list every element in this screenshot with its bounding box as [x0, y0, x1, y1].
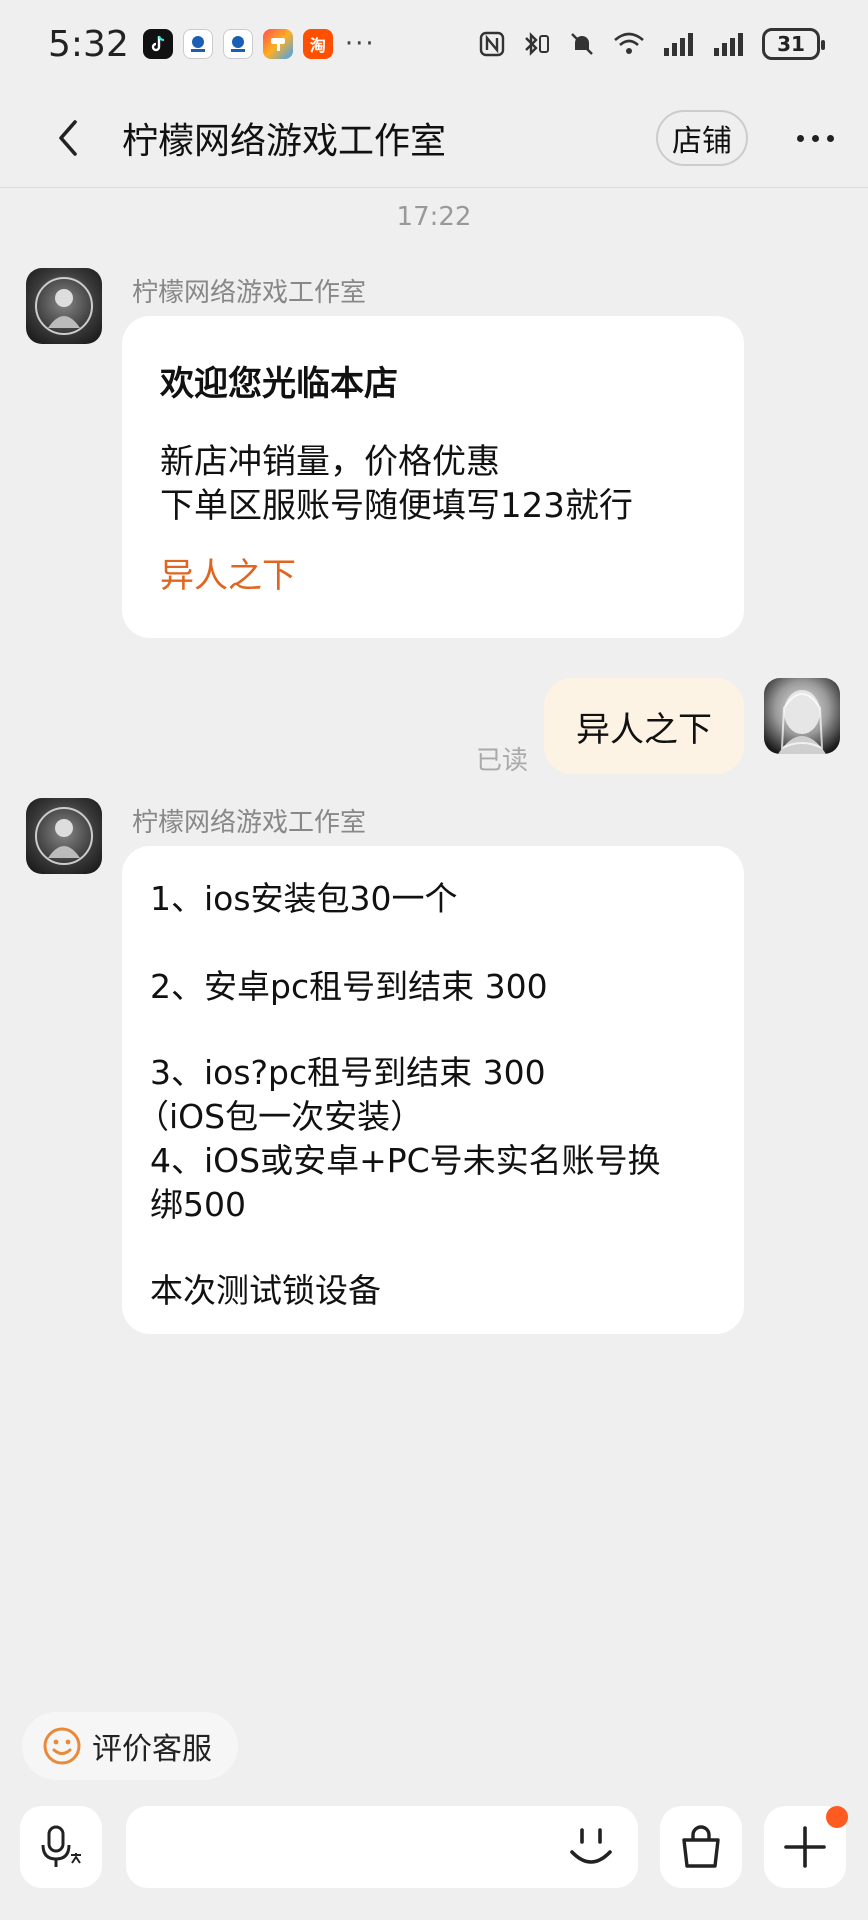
- message-line: 3、ios?pc租号到结束 300: [150, 1053, 546, 1092]
- message-line: 2、安卓pc租号到结束 300: [150, 967, 548, 1006]
- read-receipt: 已读: [476, 746, 529, 776]
- emoji-icon[interactable]: [566, 1822, 616, 1872]
- shop-avatar-image: [35, 807, 93, 865]
- shopping-bag-button[interactable]: [660, 1806, 742, 1888]
- bank-app-icon-2: [222, 29, 253, 59]
- more-notifications-dots: ···: [344, 29, 376, 59]
- signal-icon: [664, 33, 693, 56]
- shop-avatar[interactable]: [26, 798, 102, 874]
- notification-app-icons: 淘: [142, 29, 333, 59]
- message-line: 4、iOS或安卓+PC号未实名账号换: [150, 1141, 661, 1180]
- shop-avatar[interactable]: [26, 268, 102, 344]
- message-line: （iOS包一次安装）: [136, 1097, 424, 1136]
- rate-service-button[interactable]: 评价客服: [22, 1712, 238, 1780]
- taobao-icon-label: 淘: [309, 36, 326, 55]
- mute-bell-icon: [571, 33, 593, 55]
- system-status-icons: 31: [478, 28, 825, 60]
- user-message-bubble: 异人之下: [544, 678, 744, 774]
- game-link[interactable]: 异人之下: [160, 548, 296, 597]
- message-line: 新店冲销量，价格优惠: [160, 442, 500, 482]
- message-line: 1、ios安装包30一个: [150, 879, 458, 918]
- sender-name: 柠檬网络游戏工作室: [132, 808, 367, 838]
- more-dot-icon: [796, 134, 804, 142]
- more-dot-icon: [826, 134, 834, 142]
- message-timestamp: 17:22: [396, 202, 472, 232]
- message-line: 下单区服账号随便填写123就行: [160, 486, 633, 526]
- shop-avatar-image: [35, 277, 93, 335]
- price-list-message-bubble: 1、ios安装包30一个 2、安卓pc租号到结束 300 3、ios?pc租号到…: [122, 846, 744, 1334]
- message-input[interactable]: [126, 1806, 638, 1888]
- paint-app-icon: [262, 29, 293, 59]
- shop-button[interactable]: 店铺: [656, 110, 748, 166]
- status-time: 5:32: [48, 23, 129, 65]
- plus-icon: [784, 1826, 826, 1868]
- signal-icon-2: [714, 33, 743, 56]
- chat-title: 柠檬网络游戏工作室: [122, 121, 447, 162]
- chevron-left-icon: [59, 120, 77, 156]
- message-line: 本次测试锁设备: [150, 1271, 381, 1310]
- user-avatar[interactable]: [764, 678, 840, 754]
- battery-indicator: 31: [762, 28, 825, 60]
- wifi-icon: [614, 32, 644, 54]
- nfc-icon: [479, 31, 505, 57]
- bluetooth-icon: [525, 32, 549, 56]
- status-bar: 5:32 淘 ··· 31: [0, 0, 868, 88]
- rate-service-label: 评价客服: [92, 1732, 212, 1767]
- sender-name: 柠檬网络游戏工作室: [132, 278, 367, 308]
- shopping-bag-icon: [682, 1825, 720, 1868]
- chat-header: 柠檬网络游戏工作室 店铺: [0, 88, 868, 188]
- more-dot-icon: [811, 134, 819, 142]
- smile-icon: [43, 1727, 81, 1765]
- more-options-button[interactable]: [790, 118, 840, 158]
- welcome-message-bubble: 欢迎您光临本店 新店冲销量，价格优惠 下单区服账号随便填写123就行 异人之下: [122, 316, 744, 638]
- welcome-title: 欢迎您光临本店: [160, 364, 398, 404]
- microphone-translate-icon: [41, 1825, 81, 1867]
- tiktok-icon: [142, 29, 173, 59]
- back-button[interactable]: [44, 114, 92, 162]
- taobao-icon: 淘: [302, 29, 333, 59]
- user-avatar-image: [778, 690, 826, 754]
- bank-app-icon: [182, 29, 213, 59]
- input-bar: [0, 1800, 868, 1920]
- notification-dot: [826, 1806, 848, 1828]
- message-line: 绑500: [150, 1185, 246, 1224]
- voice-input-button[interactable]: [20, 1806, 102, 1888]
